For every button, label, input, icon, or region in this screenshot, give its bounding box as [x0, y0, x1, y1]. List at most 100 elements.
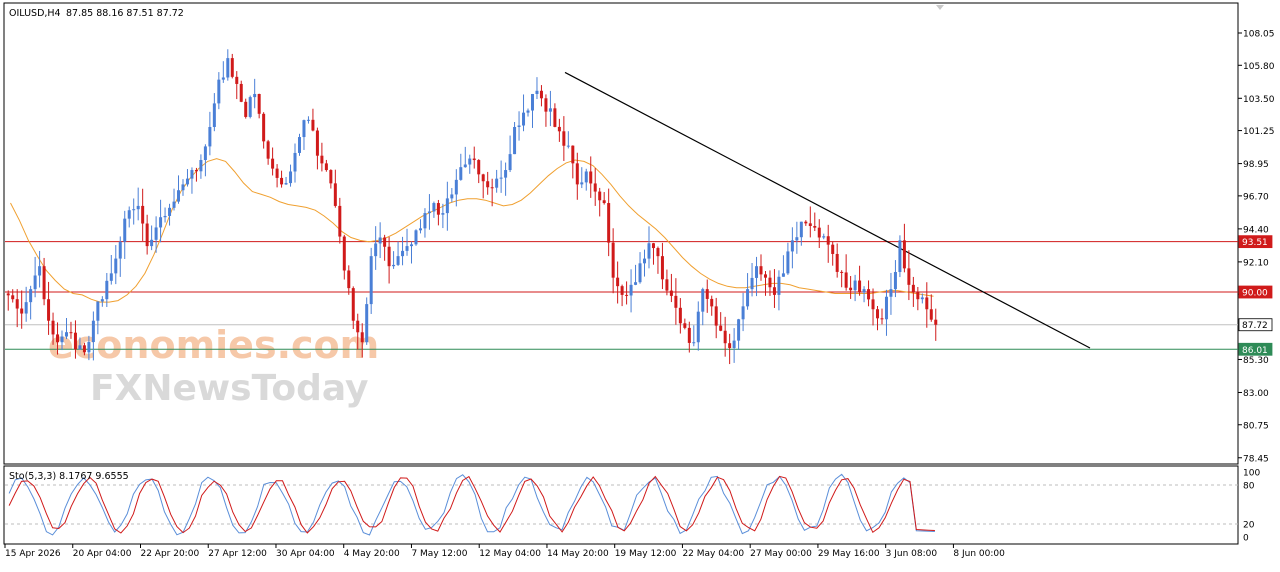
- candle-body: [786, 251, 790, 274]
- candle-body: [513, 126, 517, 155]
- candle-body: [849, 287, 853, 291]
- candle-body: [450, 194, 454, 199]
- candle-body: [423, 213, 427, 229]
- candle-body: [763, 274, 767, 278]
- time-axis: 15 Apr 2026 20 Apr 04:00 22 Apr 20:00 27 Ap…: [4, 544, 1005, 559]
- candle-body: [199, 159, 203, 172]
- candle-body: [858, 280, 862, 293]
- candle-body: [338, 205, 342, 237]
- candle-body: [701, 289, 705, 312]
- candle-body: [427, 211, 431, 214]
- candle-body: [916, 292, 920, 300]
- candle-body: [91, 320, 95, 343]
- candle-body: [522, 112, 526, 126]
- candle-body: [177, 190, 181, 202]
- time-tick-label: 15 Apr 2026: [5, 549, 61, 559]
- price-level-badge-label: 90.00: [1242, 289, 1268, 299]
- candle-body: [418, 228, 422, 231]
- candle-body: [47, 299, 51, 321]
- candle-body: [929, 309, 933, 320]
- candle-body: [194, 170, 198, 172]
- candle-body: [114, 258, 118, 274]
- candle-body: [24, 302, 28, 314]
- price-tick-label: 78.45: [1243, 454, 1269, 464]
- chart-symbol: OILUSD,H4: [9, 8, 61, 19]
- stochastic-level-label: 80: [1243, 482, 1255, 492]
- candle-body: [893, 272, 897, 290]
- candle-body: [56, 334, 60, 343]
- candle-body: [867, 289, 871, 300]
- candle-body: [392, 264, 396, 267]
- candle-body: [320, 155, 324, 164]
- candle-body: [817, 227, 821, 238]
- candle-body: [369, 256, 373, 305]
- candle-body: [15, 299, 19, 309]
- candle-body: [683, 323, 687, 328]
- candle-body: [20, 308, 24, 314]
- candle-body: [436, 203, 440, 215]
- candle-body: [611, 242, 615, 278]
- candle-body: [925, 297, 929, 310]
- candle-body: [329, 170, 333, 184]
- price-chart-svg: economies.com FXNewsToday 108.05105.8010…: [3, 2, 1275, 559]
- candle-body: [203, 146, 207, 160]
- candle-body: [405, 246, 409, 251]
- price-level-badge-label: 86.01: [1242, 346, 1268, 356]
- candle-body: [584, 171, 588, 183]
- candle-body: [660, 256, 664, 280]
- candle-body: [813, 226, 817, 228]
- candle-body: [414, 230, 418, 245]
- candle-body: [589, 171, 593, 184]
- candle-body: [217, 79, 221, 104]
- candle-body: [168, 207, 172, 216]
- candle-body: [504, 170, 508, 178]
- candle-body: [719, 325, 723, 331]
- candle-body: [42, 266, 46, 300]
- candle-body: [647, 243, 651, 259]
- candle-body: [154, 227, 158, 240]
- candle-body: [714, 306, 718, 326]
- candle-body: [297, 137, 301, 153]
- candle-body: [33, 275, 37, 290]
- candle-body: [123, 218, 127, 242]
- candle-body: [571, 145, 575, 164]
- candle-body: [486, 181, 490, 188]
- candle-body: [876, 309, 880, 319]
- time-tick-label: 27 May 00:00: [750, 549, 812, 559]
- candle-body: [620, 286, 624, 295]
- price-level-badge-label: 93.51: [1242, 238, 1268, 248]
- candle-body: [262, 113, 266, 142]
- candle-body: [100, 299, 104, 302]
- candle-body: [468, 158, 472, 165]
- candle-body: [239, 83, 243, 102]
- candle-body: [822, 236, 826, 238]
- candle-body: [235, 76, 239, 84]
- candle-body: [284, 183, 288, 185]
- candle-body: [38, 266, 42, 276]
- price-tick-label: 96.70: [1243, 192, 1269, 202]
- candle-body: [275, 168, 279, 178]
- candle-body: [772, 287, 776, 295]
- candle-body: [190, 170, 194, 179]
- candle-body: [136, 205, 140, 210]
- candle-body: [737, 319, 741, 341]
- time-tick-label: 14 May 20:00: [547, 549, 609, 559]
- candle-body: [553, 108, 557, 127]
- candle-body: [674, 295, 678, 308]
- candle-body: [629, 284, 633, 296]
- candle-body: [880, 318, 884, 320]
- candle-body: [324, 163, 328, 171]
- candle-body: [212, 103, 216, 127]
- candle-body: [831, 244, 835, 254]
- candle-body: [495, 178, 499, 188]
- candle-body: [625, 294, 629, 296]
- candle-body: [687, 327, 691, 343]
- price-tick-label: 105.80: [1243, 62, 1275, 72]
- candle-body: [266, 141, 270, 159]
- price-level-badge-label: 87.72: [1242, 321, 1268, 331]
- price-tick-label: 80.75: [1243, 421, 1269, 431]
- candle-body: [575, 163, 579, 185]
- chart-ohlc: 87.85 88.16 87.51 87.72: [66, 8, 184, 19]
- candle-body: [871, 299, 875, 310]
- candle-body: [253, 93, 257, 98]
